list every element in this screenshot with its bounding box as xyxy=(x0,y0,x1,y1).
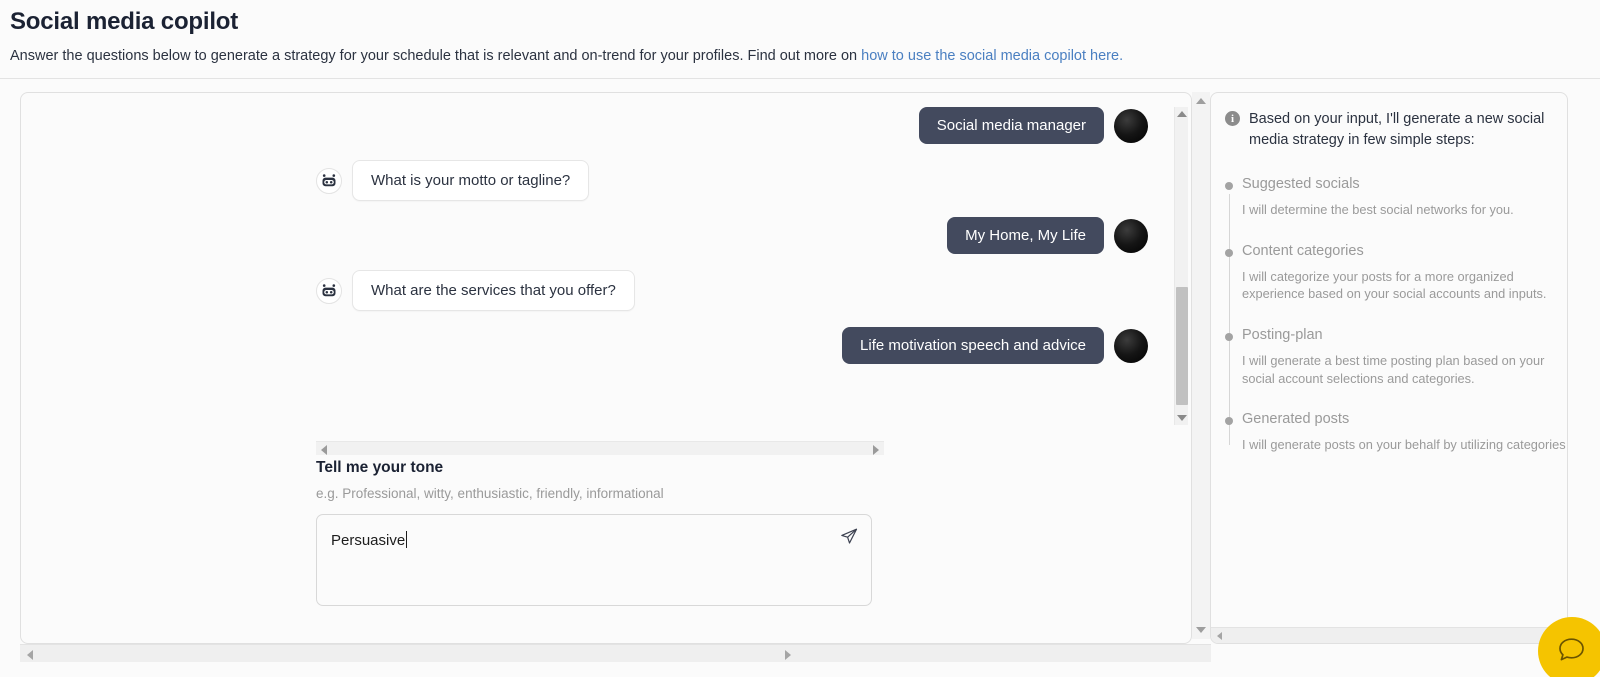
send-paper-plane-icon[interactable] xyxy=(839,526,859,546)
support-chat-widget-button[interactable] xyxy=(1538,617,1600,677)
chat-vertical-scrollbar-thumb[interactable] xyxy=(1176,287,1188,405)
step-content-categories: Content categories I will categorize you… xyxy=(1225,242,1553,361)
page-subtitle-text: Answer the questions below to generate a… xyxy=(10,48,862,64)
page-scroll-down-arrow-icon[interactable] xyxy=(1196,627,1206,633)
step-dot-icon xyxy=(1225,248,1233,257)
prompt-hint: e.g. Professional, witty, enthusiastic, … xyxy=(316,486,664,501)
page-scroll-up-arrow-icon[interactable] xyxy=(1196,98,1206,104)
step-description: I will generate a best time posting plan… xyxy=(1242,353,1545,386)
scroll-up-arrow-icon[interactable] xyxy=(1177,111,1187,117)
step-description: I will generate posts on your behalf by … xyxy=(1242,437,1567,453)
chat-message-row: What are the services that you offer? xyxy=(316,270,1148,311)
step-description: I will determine the best social network… xyxy=(1242,202,1514,218)
page-scroll-right-arrow-icon[interactable] xyxy=(785,650,791,660)
page-title: Social media copilot xyxy=(10,8,239,35)
steps-intro: i Based on your input, I'll generate a n… xyxy=(1225,109,1553,150)
chat-message-list: Social media manager What is your motto … xyxy=(316,107,1148,364)
chat-message-row: My Home, My Life xyxy=(316,217,1148,254)
chat-horizontal-scrollbar[interactable] xyxy=(316,441,884,455)
user-message-bubble: Life motivation speech and advice xyxy=(842,327,1104,364)
prompt-block: Tell me your tone e.g. Professional, wit… xyxy=(316,459,888,606)
chat-message-row: What is your motto or tagline? xyxy=(316,160,1148,201)
steps-scroll-left-arrow-icon[interactable] xyxy=(1217,632,1222,640)
tone-input-text: Persuasive xyxy=(331,532,406,549)
step-title: Suggested socials xyxy=(1242,176,1360,193)
scroll-left-arrow-icon[interactable] xyxy=(321,445,327,455)
page-vertical-scrollbar[interactable] xyxy=(1192,92,1210,639)
scroll-down-arrow-icon[interactable] xyxy=(1177,415,1187,421)
user-avatar xyxy=(1114,328,1148,363)
prompt-label: Tell me your tone xyxy=(316,459,444,476)
chat-panel: Social media manager What is your motto … xyxy=(20,92,1211,662)
chat-message-row: Social media manager xyxy=(316,107,1148,144)
strategy-steps-panel: i Based on your input, I'll generate a n… xyxy=(1210,92,1568,644)
text-caret xyxy=(406,531,408,548)
chat-message-row: Life motivation speech and advice xyxy=(316,327,1148,364)
step-title: Generated posts xyxy=(1242,411,1350,428)
user-message-bubble: My Home, My Life xyxy=(947,217,1104,254)
info-icon: i xyxy=(1225,111,1240,126)
chat-vertical-scrollbar[interactable] xyxy=(1174,107,1188,425)
steps-horizontal-scrollbar[interactable] xyxy=(1211,627,1567,643)
tone-input-value: Persuasive xyxy=(331,531,408,549)
step-dot-icon xyxy=(1225,333,1233,342)
scroll-right-arrow-icon[interactable] xyxy=(873,445,879,455)
step-posting-plan: Posting-plan I will generate a best time… xyxy=(1225,327,1553,446)
tone-input[interactable]: Persuasive xyxy=(316,514,872,606)
bot-message-bubble: What is your motto or tagline? xyxy=(352,160,590,201)
page-subtitle: Answer the questions below to generate a… xyxy=(10,48,1590,64)
page-header: Social media copilot Answer the question… xyxy=(0,0,1600,79)
chat-inner: Social media manager What is your motto … xyxy=(21,107,1188,635)
step-title: Content categories xyxy=(1242,242,1364,259)
user-message-bubble: Social media manager xyxy=(918,107,1104,144)
step-description: I will categorize your posts for a more … xyxy=(1242,268,1547,302)
chat-bubble-icon xyxy=(1559,638,1584,661)
steps-intro-text: Based on your input, I'll generate a new… xyxy=(1249,111,1545,148)
page-scroll-left-arrow-icon[interactable] xyxy=(27,650,33,660)
copilot-help-link[interactable]: how to use the social media copilot here… xyxy=(861,48,1123,64)
step-title: Posting-plan xyxy=(1242,327,1323,344)
step-dot-icon xyxy=(1225,417,1233,426)
user-avatar xyxy=(1114,218,1148,253)
step-dot-icon xyxy=(1225,182,1233,191)
robot-icon xyxy=(316,277,342,304)
main-content: Social media manager What is your motto … xyxy=(0,79,1600,662)
step-suggested-socials: Suggested socials I will determine the b… xyxy=(1225,176,1553,295)
step-generated-posts: Generated posts I will generate posts on… xyxy=(1225,411,1567,454)
page-horizontal-scrollbar[interactable] xyxy=(20,644,1211,662)
bot-message-bubble: What are the services that you offer? xyxy=(352,270,635,311)
chat-message-scroll-region[interactable]: Social media manager What is your motto … xyxy=(316,107,1188,427)
user-avatar xyxy=(1114,108,1148,143)
robot-icon xyxy=(316,167,342,194)
